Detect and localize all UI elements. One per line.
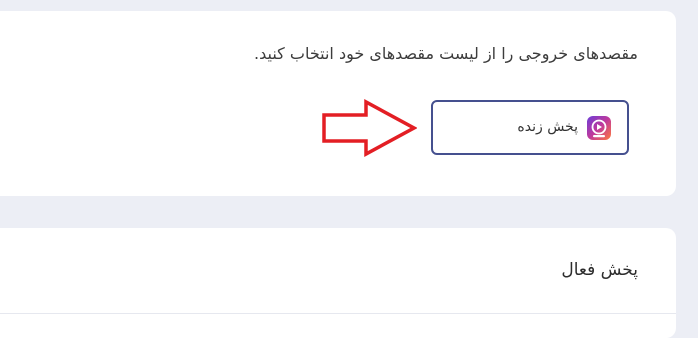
live-stream-icon [587, 116, 611, 140]
live-stream-destination-option[interactable]: پخش زنده [431, 100, 629, 155]
live-stream-label: پخش زنده [517, 119, 578, 135]
active-streams-card [0, 228, 676, 338]
output-destinations-instruction: مقصدهای خروجی را از لیست مقصدهای خود انت… [254, 44, 638, 63]
active-streams-title: پخش فعال [561, 260, 638, 280]
section-divider [0, 313, 676, 314]
red-arrow-icon [322, 99, 417, 157]
